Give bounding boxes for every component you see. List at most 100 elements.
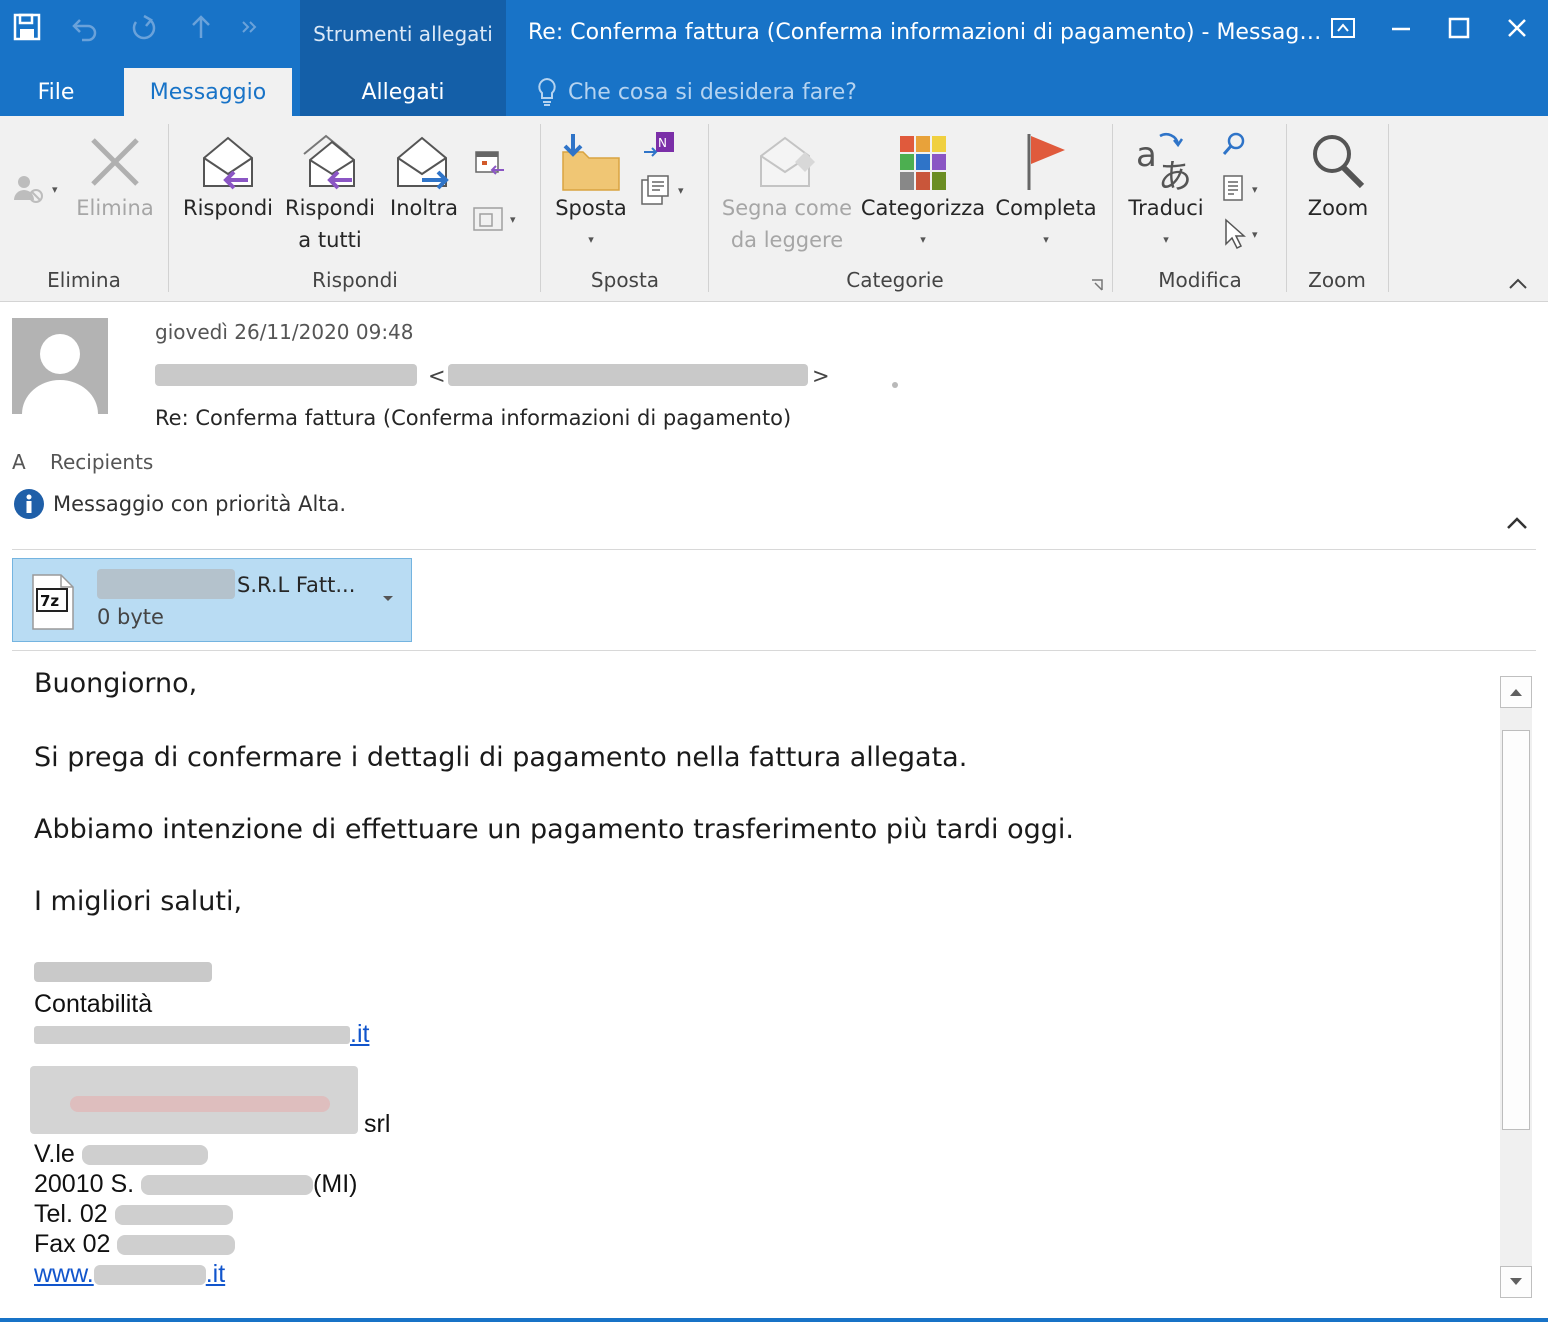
zoom-button[interactable]: Zoom [1296, 116, 1380, 224]
attachment-name-redacted [97, 569, 235, 599]
tab-file[interactable]: File [0, 68, 112, 116]
svg-text:あ: あ [1158, 157, 1192, 192]
group-label-categorie: Categorie [846, 268, 944, 292]
maximize-icon[interactable] [1436, 8, 1482, 48]
calendar-reply-icon [475, 151, 504, 175]
attachment-divider [12, 650, 1536, 651]
signature-fax: Fax 02 [34, 1230, 236, 1259]
message-date: giovedì 26/11/2020 09:48 [155, 320, 414, 344]
group-label-sposta: Sposta [590, 268, 660, 292]
categories-dialog-launcher[interactable] [1090, 278, 1104, 292]
attachment-icon-label: 7z [40, 592, 59, 610]
mark-unread-button[interactable]: Segna come da leggere [718, 116, 856, 256]
undo-icon[interactable] [68, 10, 102, 44]
signature-city: 20010 S. (MI) [34, 1170, 357, 1199]
actions-button[interactable]: ▾ [640, 174, 684, 206]
flag-icon [1014, 126, 1078, 192]
to-recipients[interactable]: Recipients [50, 450, 153, 474]
find-button[interactable] [1220, 130, 1248, 158]
group-label-zoom: Zoom [1308, 268, 1366, 292]
reply-all-envelope-icon [298, 126, 362, 192]
group-label-rispondi: Rispondi [312, 268, 398, 292]
minimize-icon[interactable] [1378, 8, 1424, 48]
customize-qat-icon[interactable] [232, 10, 266, 44]
translate-button[interactable]: aあ Traduci ▾ [1120, 116, 1212, 256]
scroll-up-button[interactable] [1500, 676, 1532, 708]
header-divider [12, 549, 1536, 550]
related-button[interactable]: ▾ [1220, 174, 1258, 204]
scroll-thumb[interactable] [1502, 730, 1530, 1130]
mark-unread-icon [755, 126, 819, 192]
tell-me-search[interactable]: Che cosa si desidera fare? [536, 68, 857, 116]
move-button[interactable]: Sposta ▾ [548, 116, 634, 256]
signature-company: srl [364, 1110, 391, 1138]
tel-redacted [114, 1205, 233, 1226]
signature-city-prefix: 20010 S. [34, 1170, 135, 1198]
reply-all-button[interactable]: Rispondi a tutti [280, 116, 380, 256]
reply-button[interactable]: Rispondi [178, 116, 278, 224]
attachment-item[interactable]: 7z S.R.L Fatt... 0 byte [12, 558, 412, 642]
tab-allegati[interactable]: Allegati [300, 68, 506, 116]
close-icon[interactable] [1494, 8, 1540, 48]
lightbulb-icon [538, 77, 556, 106]
delete-label: Elimina [76, 196, 154, 220]
reply-all-label-2: a tutti [298, 228, 362, 252]
zoom-label: Zoom [1307, 196, 1369, 220]
select-button[interactable]: ▾ [1222, 218, 1258, 250]
ribbon-display-options-icon[interactable] [1320, 8, 1366, 48]
website-redacted [93, 1265, 206, 1286]
reply-envelope-icon [196, 126, 260, 192]
address-redacted [81, 1145, 208, 1166]
attachment-name: S.R.L Fatt... [237, 573, 356, 597]
signature-fax-prefix: Fax 02 [34, 1230, 111, 1258]
signature-name-redacted [34, 962, 212, 982]
svg-text:N: N [658, 136, 667, 150]
attachment-dropdown[interactable] [379, 589, 397, 607]
meeting-reply-button[interactable] [474, 148, 506, 178]
chevron-down-icon: ▾ [1163, 233, 1169, 246]
avatar [12, 318, 108, 414]
context-group-label: Strumenti allegati [313, 22, 493, 46]
categorize-grid-icon [891, 126, 955, 192]
translate-icon: aあ [1134, 126, 1198, 192]
cursor-select-icon [1225, 218, 1246, 250]
info-icon [13, 488, 45, 520]
ignore-button[interactable]: ▾ [10, 170, 58, 208]
signature-email-suffix: .it [350, 1020, 370, 1048]
tab-messaggio[interactable]: Messaggio [124, 68, 292, 116]
body-paragraph: Abbiamo intenzione di effettuare un paga… [34, 814, 1075, 845]
ribbon: ▾ Elimina Elimina Rispondi Rispondi a tu… [0, 116, 1548, 302]
group-separator [540, 124, 541, 292]
up-arrow-icon[interactable] [184, 10, 218, 44]
group-label-elimina: Elimina [47, 268, 121, 292]
signature-email-link[interactable]: .it [34, 1020, 369, 1049]
categorize-button[interactable]: Categorizza ▾ [860, 116, 986, 256]
sender-email-redacted [448, 364, 808, 386]
categorize-label: Categorizza [860, 196, 986, 220]
signature-tel-prefix: Tel. 02 [34, 1200, 108, 1228]
window-title: Re: Conferma fattura (Conferma informazi… [528, 20, 1322, 45]
collapse-header-button[interactable] [1502, 510, 1532, 538]
redo-icon[interactable] [126, 10, 160, 44]
svg-text:a: a [1136, 135, 1157, 175]
chevron-down-icon: ▾ [1252, 227, 1258, 241]
vertical-scrollbar[interactable] [1500, 676, 1532, 1298]
scroll-down-arrow-icon [1510, 1278, 1522, 1285]
signature-website-link[interactable]: www. .it [34, 1260, 225, 1289]
follow-up-button[interactable]: Completa ▾ [990, 116, 1102, 256]
more-respond-button[interactable]: ▾ [472, 204, 516, 234]
collapse-ribbon-button[interactable] [1506, 274, 1530, 294]
mark-unread-label-2: da leggere [730, 228, 844, 252]
delete-button[interactable]: Elimina [74, 116, 156, 224]
rules-icon [641, 175, 669, 205]
chevron-down-icon: ▾ [510, 212, 516, 226]
fax-redacted [117, 1235, 236, 1256]
group-separator [1388, 124, 1389, 292]
onenote-button[interactable]: N [642, 130, 676, 160]
forward-button[interactable]: Inoltra [382, 116, 466, 224]
ribbon-tab-row: File Messaggio Allegati Che cosa si desi… [0, 68, 1548, 116]
save-icon[interactable] [10, 10, 44, 44]
move-folder-icon [559, 126, 623, 192]
signature-address: V.le [34, 1140, 208, 1169]
scroll-down-button[interactable] [1500, 1266, 1532, 1298]
